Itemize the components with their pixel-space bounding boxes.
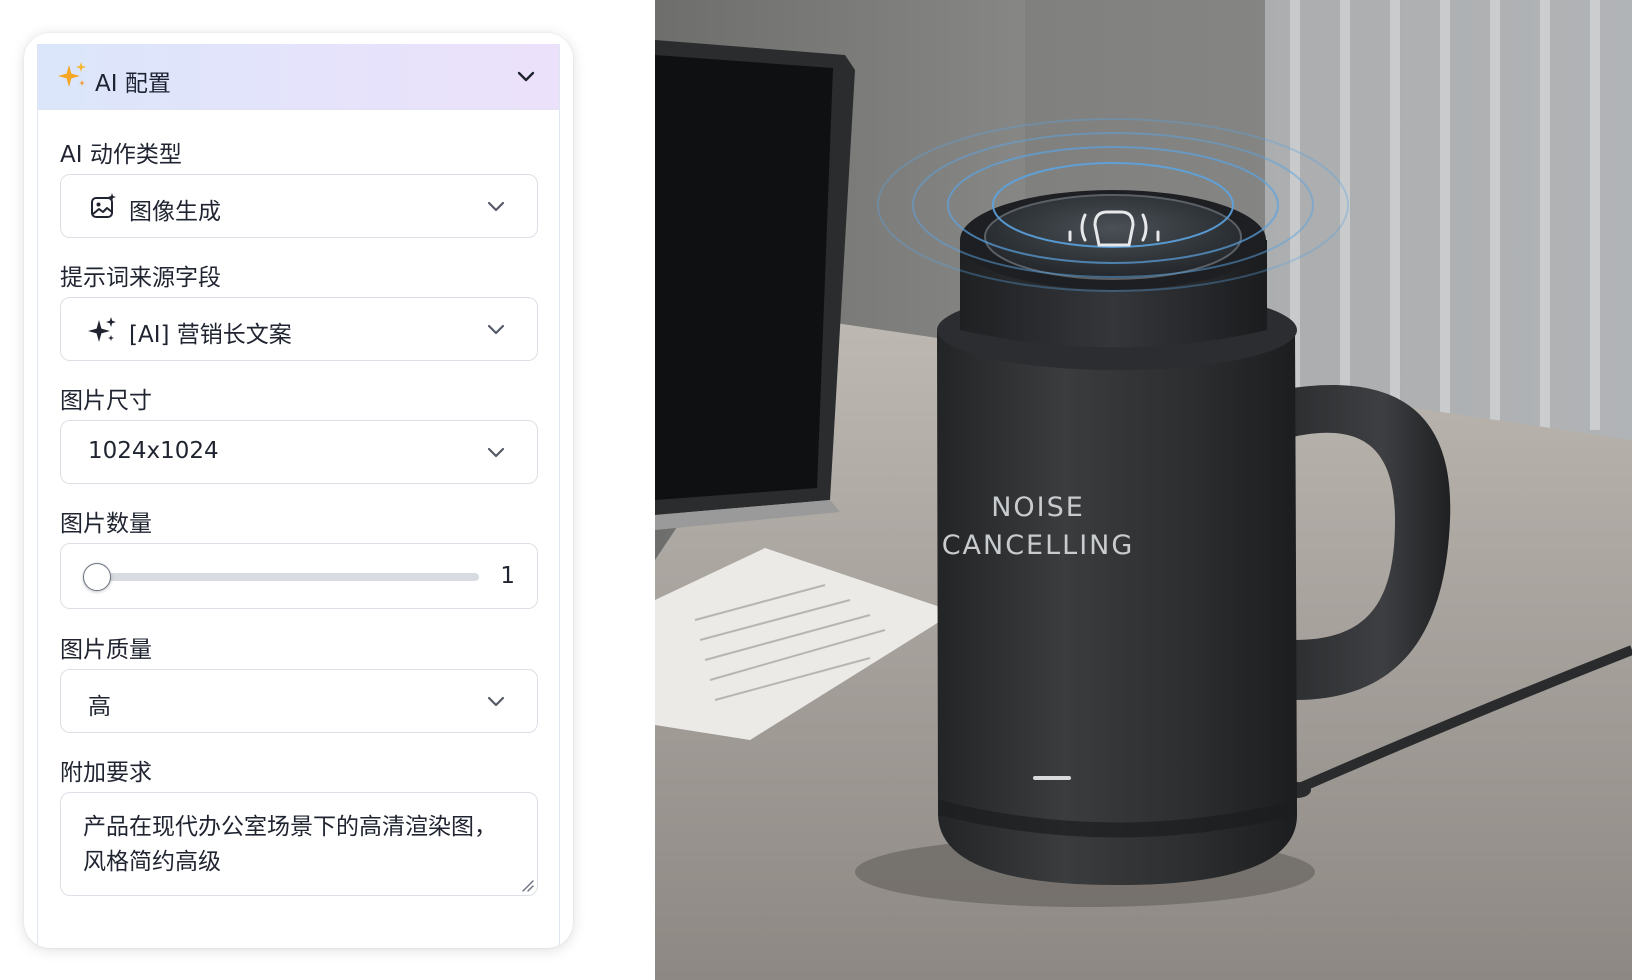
panel-title: AI 配置 xyxy=(95,71,171,97)
ai-config-panel: AI 配置 AI 动作类型 图像生成 提示词来源字段 [AI] 营销长文案 图片… xyxy=(24,33,573,948)
image-quality-select[interactable]: 高 xyxy=(60,669,538,733)
prompt-source-select[interactable]: [AI] 营销长文案 xyxy=(60,297,538,361)
image-count-value: 1 xyxy=(500,563,515,589)
image-count-slider-thumb[interactable] xyxy=(83,563,111,591)
image-count-field: 1 xyxy=(60,543,538,609)
product-image: NOISE CANCELLING xyxy=(655,0,1632,980)
image-quality-label: 图片质量 xyxy=(60,637,152,663)
mug-text-line1: NOISE xyxy=(991,492,1085,523)
chevron-down-icon xyxy=(487,324,505,335)
resize-handle-icon[interactable] xyxy=(520,878,534,892)
image-sparkle-icon xyxy=(91,193,116,218)
prompt-source-label: 提示词来源字段 xyxy=(60,265,221,291)
sparkle-icon xyxy=(88,317,116,342)
panel-header-toggle[interactable]: AI 配置 xyxy=(38,44,559,110)
action-type-label: AI 动作类型 xyxy=(60,142,182,168)
chevron-down-icon xyxy=(487,201,505,212)
extra-requirements-textarea[interactable]: 产品在现代办公室场景下的高清渲染图，风格简约高级 xyxy=(60,792,538,896)
image-count-label: 图片数量 xyxy=(60,511,152,537)
image-quality-value: 高 xyxy=(88,694,111,720)
mug-scene xyxy=(655,0,1632,980)
extra-requirements-label: 附加要求 xyxy=(60,760,152,786)
left-area: AI 配置 AI 动作类型 图像生成 提示词来源字段 [AI] 营销长文案 图片… xyxy=(0,0,655,980)
prompt-source-value: [AI] 营销长文案 xyxy=(129,322,292,348)
action-type-value: 图像生成 xyxy=(129,199,221,225)
image-size-label: 图片尺寸 xyxy=(60,388,152,414)
chevron-down-icon xyxy=(487,696,505,707)
panel-body: AI 配置 AI 动作类型 图像生成 提示词来源字段 [AI] 营销长文案 图片… xyxy=(37,44,560,948)
sparkle-icon xyxy=(58,62,86,87)
image-size-value: 1024x1024 xyxy=(88,438,219,464)
action-type-select[interactable]: 图像生成 xyxy=(60,174,538,238)
mug-text-line2: CANCELLING xyxy=(941,530,1135,561)
image-size-select[interactable]: 1024x1024 xyxy=(60,420,538,484)
image-count-slider-track[interactable] xyxy=(97,573,479,581)
chevron-down-icon xyxy=(487,447,505,458)
extra-requirements-value: 产品在现代办公室场景下的高清渲染图，风格简约高级 xyxy=(83,814,497,875)
chevron-down-icon[interactable] xyxy=(515,68,537,86)
